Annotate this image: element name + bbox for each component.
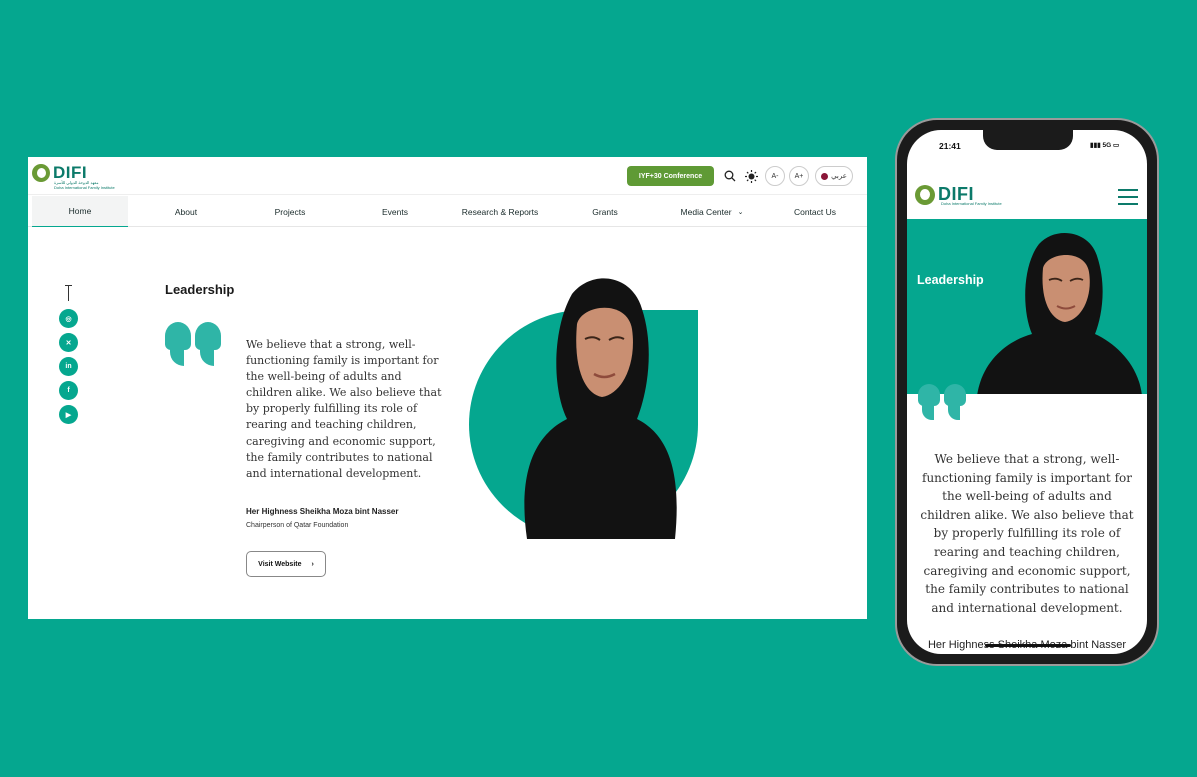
font-increase-button[interactable]: A+: [789, 166, 809, 186]
status-network: ▮▮▮ 5G ▭: [1090, 142, 1120, 149]
linkedin-icon[interactable]: in: [59, 357, 78, 376]
qatar-flag-icon: [821, 172, 829, 180]
logo-mark-icon: [915, 184, 935, 205]
phone-leader-photo: [977, 232, 1142, 394]
status-time: 21:41: [939, 141, 961, 151]
nav-item-home[interactable]: Home: [32, 196, 128, 227]
youtube-icon[interactable]: ▶: [59, 405, 78, 424]
phone-screen: 21:41 ▮▮▮ 5G ▭ DIFI Doha International F…: [907, 130, 1147, 654]
phone-site-logo[interactable]: DIFI Doha International Family Institute: [915, 184, 1002, 206]
phone-leadership-quote: We believe that a strong, well-functioni…: [920, 452, 1134, 615]
font-decrease-button[interactable]: A-: [765, 166, 785, 186]
phone-section-title: Leadership: [917, 273, 984, 287]
nav-item-about[interactable]: About: [138, 196, 234, 227]
leader-portrait: [469, 269, 699, 539]
phone-quote-mark-icon: [918, 384, 966, 420]
desktop-mockup: DIFI معهد الدوحة الدولي للأسرة Doha Inte…: [28, 157, 867, 619]
contrast-toggle-icon[interactable]: [743, 168, 759, 184]
leader-role: Chairperson of Qatar Foundation: [246, 522, 349, 529]
phone-hero: Leadership: [907, 219, 1147, 394]
language-label: عربي: [831, 173, 847, 180]
logo-subtitle-en: Doha International Family Institute: [54, 185, 115, 190]
social-divider: [65, 285, 72, 301]
leader-name: Her Highness Sheikha Moza bint Nasser: [246, 507, 399, 516]
visit-website-label: Visit Website: [258, 560, 302, 568]
nav-item-media-center[interactable]: Media Center ⌄: [664, 196, 760, 227]
language-switch-button[interactable]: عربي: [815, 166, 853, 186]
network-label: 5G: [1102, 142, 1112, 149]
menu-icon[interactable]: [1118, 189, 1138, 205]
logo-mark-icon: [32, 164, 50, 182]
nav-item-contact-us[interactable]: Contact Us: [767, 196, 863, 227]
leadership-quote: We believe that a strong, well-functioni…: [246, 338, 442, 480]
nav-item-grants[interactable]: Grants: [557, 196, 653, 227]
facebook-icon[interactable]: f: [59, 381, 78, 400]
home-indicator: [985, 644, 1071, 647]
quote-mark-icon: [165, 322, 221, 366]
chevron-down-icon: ⌄: [737, 208, 744, 216]
phone-mockup: 21:41 ▮▮▮ 5G ▭ DIFI Doha International F…: [895, 118, 1159, 666]
x-icon[interactable]: ✕: [59, 333, 78, 352]
nav-item-research-reports[interactable]: Research & Reports: [450, 196, 550, 227]
search-icon[interactable]: [722, 168, 738, 184]
main-nav: Home About Projects Events Research & Re…: [28, 196, 867, 227]
site-logo[interactable]: DIFI معهد الدوحة الدولي للأسرة Doha Inte…: [32, 163, 115, 190]
site-header: DIFI معهد الدوحة الدولي للأسرة Doha Inte…: [28, 157, 867, 195]
conference-button[interactable]: IYF+30 Conference: [627, 166, 714, 186]
visit-website-button[interactable]: Visit Website ›: [246, 551, 326, 577]
phone-notch: [983, 130, 1073, 150]
section-title: Leadership: [165, 282, 235, 297]
logo-subtitle-en: Doha International Family Institute: [941, 201, 1002, 206]
chevron-right-icon: ›: [311, 560, 314, 568]
leader-photo: [524, 278, 677, 539]
nav-item-projects[interactable]: Projects: [242, 196, 338, 227]
instagram-icon[interactable]: ◎: [59, 309, 78, 328]
nav-item-media-center-label: Media Center: [680, 206, 732, 217]
nav-item-events[interactable]: Events: [347, 196, 443, 227]
